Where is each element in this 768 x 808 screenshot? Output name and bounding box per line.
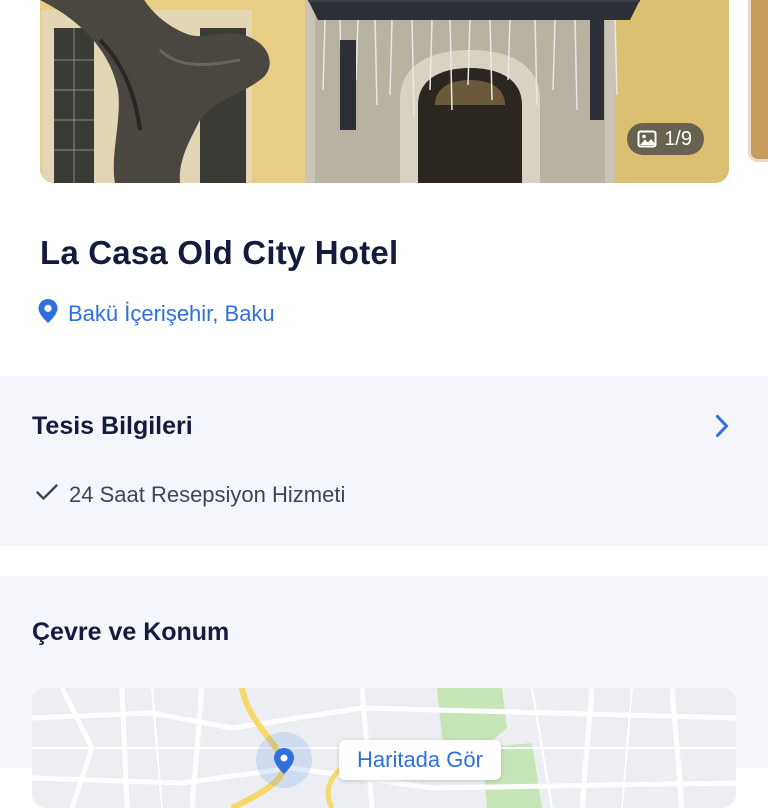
facility-info-more-button[interactable] bbox=[710, 414, 734, 442]
view-on-map-button[interactable]: Haritada Gör bbox=[339, 740, 501, 780]
section-divider bbox=[0, 546, 768, 576]
hotel-location-text: Bakü İçerişehir, Baku bbox=[68, 301, 275, 326]
photo-carousel[interactable]: 1/9 bbox=[0, 0, 768, 200]
hotel-name: La Casa Old City Hotel bbox=[40, 234, 399, 271]
photo-counter-text: 1/9 bbox=[664, 127, 692, 150]
location-map[interactable]: Haritada Gör bbox=[32, 688, 736, 808]
hotel-location[interactable]: Bakü İçerişehir, Baku bbox=[37, 298, 275, 330]
photo-counter: 1/9 bbox=[627, 123, 704, 155]
image-icon bbox=[637, 130, 657, 148]
chevron-right-icon bbox=[715, 414, 729, 443]
facility-feature-item: 24 Saat Resepsiyon Hizmeti bbox=[35, 482, 345, 508]
check-icon bbox=[35, 482, 59, 508]
map-pin-icon bbox=[37, 298, 59, 330]
surroundings-section: Çevre ve Konum Haritada Gör bbox=[0, 576, 768, 808]
facility-info-section: Tesis Bilgileri 24 Saat Resepsiyon Hizme… bbox=[0, 376, 768, 546]
facility-info-title: Tesis Bilgileri bbox=[32, 412, 193, 440]
next-photo-peek[interactable] bbox=[748, 0, 768, 162]
facility-feature-label: 24 Saat Resepsiyon Hizmeti bbox=[69, 482, 346, 507]
hotel-photo[interactable] bbox=[40, 0, 729, 183]
hotel-facade-image bbox=[40, 0, 729, 183]
surroundings-title: Çevre ve Konum bbox=[32, 618, 230, 646]
